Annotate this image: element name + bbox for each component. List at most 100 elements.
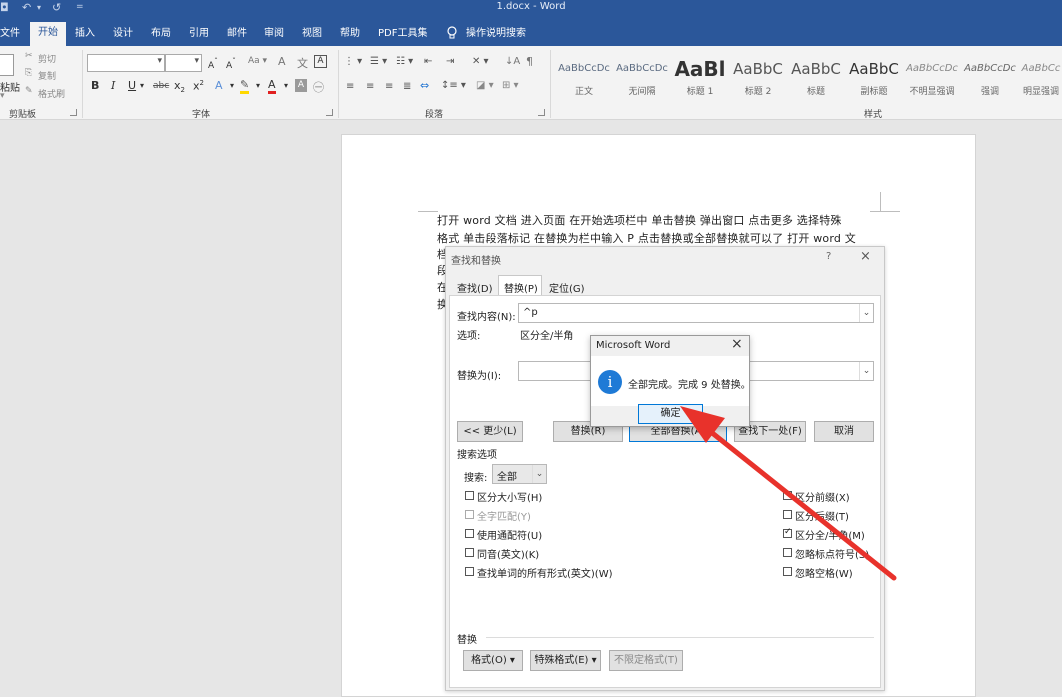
font-name-combo[interactable] [87,54,165,72]
tab-insert[interactable]: 插入 [75,23,95,46]
change-case-icon[interactable]: Aa ▾ [248,56,267,66]
paste-icon[interactable] [0,54,14,76]
justify-icon[interactable]: ≣ [403,81,411,92]
word-forms-checkbox[interactable] [465,567,474,576]
chevron-down-icon[interactable]: ⌄ [532,465,546,483]
clipboard-launcher-icon[interactable] [70,109,77,116]
tab-help[interactable]: 帮助 [340,23,360,46]
format-painter-icon[interactable]: ✎ [25,86,33,96]
cut-button[interactable]: 剪切 [38,52,56,65]
style-heading-2[interactable]: AaBbC 标题 2 [730,54,786,102]
format-painter-button[interactable]: 格式刷 [38,87,65,100]
tab-goto[interactable]: 定位(G) [549,280,585,295]
style-normal[interactable]: AaBbCcDc 正文 [556,54,612,102]
copy-button[interactable]: 复制 [38,69,56,82]
font-color-icon[interactable]: A [268,78,276,94]
highlight-icon[interactable]: ✎ [240,78,250,94]
tab-find[interactable]: 查找(D) [457,280,493,295]
subscript-icon[interactable]: x2 [174,79,185,94]
font-launcher-icon[interactable] [326,109,333,116]
whole-word-label[interactable]: 全字匹配(Y) [477,508,531,523]
tab-pdf-tools[interactable]: PDF工具集 [378,23,427,46]
tab-home[interactable]: 开始 [30,22,66,46]
sounds-like-checkbox[interactable] [465,548,474,557]
ignore-whitespace-label[interactable]: 忽略空格(W) [795,565,853,580]
match-suffix-label[interactable]: 区分后缀(T) [795,508,849,523]
text-effects-icon[interactable]: A [215,79,223,92]
bullets-icon[interactable]: ⋮ ▾ [344,56,362,67]
underline-icon[interactable]: U [128,79,136,92]
word-forms-label[interactable]: 查找单词的所有形式(英文)(W) [477,565,613,580]
search-direction-select[interactable]: 全部 ⌄ [492,464,547,484]
tab-view[interactable]: 视图 [302,23,322,46]
style-heading-1[interactable]: AaBl 标题 1 [672,54,728,102]
ignore-punctuation-label[interactable]: 忽略标点符号(S) [795,546,869,561]
underline-dropdown-icon[interactable]: ▾ [140,81,144,90]
borders-icon[interactable]: ⊞ ▾ [502,80,519,91]
shading-icon[interactable]: ◪ ▾ [476,80,494,91]
ok-button[interactable]: 确定 [638,404,703,424]
ignore-whitespace-checkbox[interactable] [783,567,792,576]
style-emphasis[interactable]: AaBbCcDc 强调 [962,54,1018,102]
multilevel-list-icon[interactable]: ☷ ▾ [396,56,413,67]
superscript-icon[interactable]: x2 [193,79,204,93]
match-suffix-checkbox[interactable] [783,510,792,519]
match-prefix-label[interactable]: 区分前缀(X) [795,489,850,504]
style-intense-emphasis[interactable]: AaBbCc 明显强调 [1020,54,1062,102]
close-icon[interactable]: × [860,249,871,264]
match-width-label[interactable]: 区分全/半角(M) [795,527,865,542]
find-field[interactable]: ^p ⌄ [518,303,874,323]
paste-dropdown-icon[interactable]: ▾ [0,91,5,101]
increase-indent-icon[interactable]: ⇥ [446,56,454,67]
tab-review[interactable]: 审阅 [264,23,284,46]
phonetic-guide-icon[interactable]: 文 [297,55,308,71]
bold-icon[interactable]: B [91,79,99,92]
style-title[interactable]: AaBbC 标题 [788,54,844,102]
format-button[interactable]: 格式(O) ▾ [463,650,523,671]
match-width-checkbox[interactable] [783,527,792,538]
text-effects-dropdown-icon[interactable]: ▾ [230,81,234,90]
sort-icon[interactable]: ↓A [505,56,520,67]
clear-formatting-icon[interactable]: A [278,55,286,68]
match-prefix-checkbox[interactable] [783,491,792,500]
chinese-layout-icon[interactable]: ✕ ▾ [472,56,489,67]
numbering-icon[interactable]: ☰ ▾ [370,56,387,67]
align-right-icon[interactable]: ≡ [385,81,393,92]
align-center-icon[interactable]: ≡ [366,81,374,92]
copy-icon[interactable]: ⎘ [25,68,32,78]
style-subtitle[interactable]: AaBbC 副标题 [846,54,902,102]
tab-replace[interactable]: 替换(P) [504,280,538,295]
chevron-down-icon[interactable]: ⌄ [859,304,873,322]
distributed-icon[interactable]: ⇔ [420,79,429,92]
show-marks-icon[interactable]: ¶ [526,55,533,68]
font-color-dropdown-icon[interactable]: ▾ [284,81,288,90]
help-button[interactable]: ? [826,251,831,262]
special-format-button[interactable]: 特殊格式(E) ▾ [530,650,601,671]
paragraph-launcher-icon[interactable] [538,109,545,116]
whole-word-checkbox[interactable] [465,510,474,519]
match-case-label[interactable]: 区分大小写(H) [477,489,542,504]
strikethrough-icon[interactable]: abc [153,81,169,91]
char-shading-icon[interactable]: A [295,79,307,92]
cut-icon[interactable]: ✂ [25,51,33,61]
char-border-icon[interactable]: A [314,55,327,68]
close-icon[interactable]: × [731,336,743,352]
highlight-dropdown-icon[interactable]: ▾ [256,81,260,90]
cancel-button[interactable]: 取消 [814,421,874,442]
wildcards-checkbox[interactable] [465,529,474,538]
wildcards-label[interactable]: 使用通配符(U) [477,527,542,542]
tab-layout[interactable]: 布局 [151,23,171,46]
italic-icon[interactable]: I [111,79,115,92]
grow-font-icon[interactable]: Aˆ [208,57,218,71]
style-subtle-emphasis[interactable]: AaBbCcDc 不明显强调 [904,54,960,102]
align-left-icon[interactable]: ≡ [346,81,354,92]
tab-design[interactable]: 设计 [113,23,133,46]
tell-me-search[interactable]: 操作说明搜索 [466,23,526,46]
chevron-down-icon[interactable]: ⌄ [859,362,873,380]
shrink-font-icon[interactable]: Aˇ [226,57,236,71]
no-formatting-button[interactable]: 不限定格式(T) [609,650,683,671]
less-button[interactable]: << 更少(L) [457,421,523,442]
tab-mailings[interactable]: 邮件 [227,23,247,46]
sounds-like-label[interactable]: 同音(英文)(K) [477,546,539,561]
style-no-spacing[interactable]: AaBbCcDc 无间隔 [614,54,670,102]
